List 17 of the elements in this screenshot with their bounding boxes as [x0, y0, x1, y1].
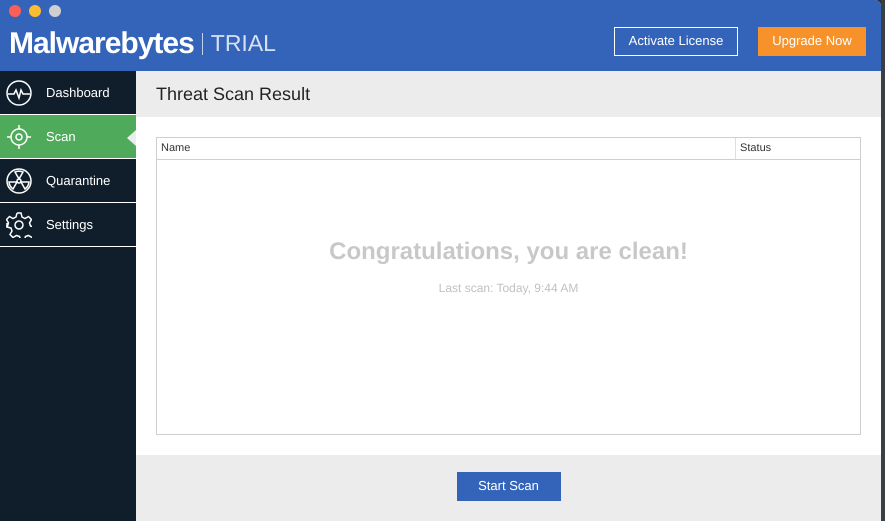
column-header: Status	[735, 138, 860, 159]
page-title: Threat Scan Result	[156, 82, 310, 106]
settings-icon	[6, 212, 32, 238]
minimize-window-icon[interactable]	[29, 5, 41, 17]
pulse-icon	[6, 80, 32, 106]
last-scan-text: Last scan: Today, 9:44 AM	[438, 280, 578, 297]
divider-bar	[202, 32, 203, 54]
edition-label: TRIAL	[210, 29, 276, 58]
target-icon	[6, 124, 32, 150]
close-window-icon[interactable]	[9, 5, 21, 17]
nav-item[interactable]: Scan	[0, 115, 136, 159]
column-header: Name	[160, 141, 192, 156]
license-button[interactable]: Activate License	[614, 26, 738, 56]
start-scan-button[interactable]: Start Scan	[456, 472, 560, 500]
zoom-window-icon[interactable]	[49, 5, 61, 17]
radiation-icon	[6, 168, 32, 194]
logo-text: Malwarebytes	[9, 26, 194, 62]
